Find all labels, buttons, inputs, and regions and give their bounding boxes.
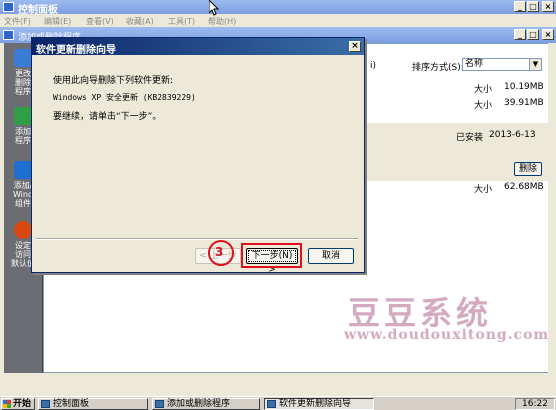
dialog-separator xyxy=(36,238,358,240)
menu-help[interactable]: 帮助(H) xyxy=(208,16,236,27)
task-label: 软件更新删除向导 xyxy=(279,399,352,409)
window-edge xyxy=(548,43,556,373)
next-button-highlight-box xyxy=(241,243,302,268)
wizard-icon xyxy=(267,400,276,408)
menu-tools[interactable]: 工具(T) xyxy=(168,16,195,27)
row-1-label: 大小 xyxy=(474,85,493,95)
header-partial-text: i) xyxy=(370,61,377,71)
step-marker-number: 3 xyxy=(215,245,224,259)
start-label: 开始 xyxy=(13,399,32,409)
menu-favorites[interactable]: 收藏(A) xyxy=(126,16,154,27)
dialog-close-button[interactable]: × xyxy=(349,41,361,52)
task-label: 添加或删除程序 xyxy=(167,399,231,409)
row-3-label: 已安装 xyxy=(456,133,484,143)
dialog-intro-text: 使用此向导删除下列软件更新: xyxy=(53,76,174,86)
control-panel-titlebar[interactable]: 控制面板 _ □ × xyxy=(0,0,556,16)
maximize-button[interactable]: □ xyxy=(527,1,539,12)
remove-button[interactable]: 删除 xyxy=(514,162,542,176)
close-button[interactable]: × xyxy=(542,1,554,12)
menu-edit[interactable]: 编辑(E) xyxy=(44,16,71,27)
change-remove-programs-icon xyxy=(14,49,32,67)
row-4-label: 大小 xyxy=(474,185,493,195)
dialog-instruction: 要继续，请单击“下一步”。 xyxy=(53,112,162,122)
arp-close-button[interactable]: × xyxy=(542,29,554,40)
arp-minimize-button[interactable]: _ xyxy=(514,29,526,40)
clock: 16:22 xyxy=(515,398,555,410)
task-control-panel[interactable]: 控制面板 xyxy=(38,398,148,410)
watermark-url: www.doudouxitong.com xyxy=(344,327,550,343)
dialog-titlebar[interactable]: 软件更新删除向导 × xyxy=(32,38,364,56)
windows-components-icon xyxy=(14,161,32,179)
chevron-down-icon: ▼ xyxy=(529,59,541,70)
dialog-title: 软件更新删除向导 xyxy=(36,45,116,56)
set-defaults-icon xyxy=(14,221,32,239)
menu-view[interactable]: 查看(V) xyxy=(86,16,114,27)
menu-file[interactable]: 文件(F) xyxy=(4,16,31,27)
add-programs-icon xyxy=(14,107,32,125)
taskbar: 开始 控制面板 添加或删除程序 软件更新删除向导 16:22 xyxy=(0,396,556,410)
windows-logo-icon xyxy=(3,400,11,408)
control-panel-icon xyxy=(41,400,50,408)
control-panel-menubar: 文件(F) 编辑(E) 查看(V) 收藏(A) 工具(T) 帮助(H) xyxy=(0,14,556,27)
mouse-cursor-icon xyxy=(209,0,220,16)
arp-maximize-button[interactable]: □ xyxy=(527,29,539,40)
minimize-button[interactable]: _ xyxy=(514,1,526,12)
row-3-value: 2013-6-13 xyxy=(489,130,536,140)
sort-select[interactable]: 名称 ▼ xyxy=(462,58,542,71)
row-2-label: 大小 xyxy=(474,101,493,111)
desktop-gap xyxy=(0,373,556,396)
add-remove-icon xyxy=(3,30,14,40)
start-button[interactable]: 开始 xyxy=(1,398,35,410)
row-1-value: 10.19MB xyxy=(504,82,544,92)
add-remove-icon xyxy=(155,400,164,408)
dialog-update-name: Windows XP 安全更新 (KB2839229) xyxy=(53,93,196,102)
task-add-remove-programs[interactable]: 添加或删除程序 xyxy=(152,398,260,410)
sort-select-value: 名称 xyxy=(465,59,484,69)
control-panel-icon xyxy=(3,2,14,12)
uninstall-wizard-dialog: 软件更新删除向导 × 使用此向导删除下列软件更新: Windows XP 安全更… xyxy=(31,37,365,275)
task-update-wizard[interactable]: 软件更新删除向导 xyxy=(264,398,374,410)
cancel-button[interactable]: 取消 xyxy=(308,248,354,264)
row-2-value: 39.91MB xyxy=(504,98,544,108)
task-label: 控制面板 xyxy=(53,399,90,409)
row-4-value: 62.68MB xyxy=(504,182,544,192)
sort-label: 排序方式(S): xyxy=(412,63,464,73)
